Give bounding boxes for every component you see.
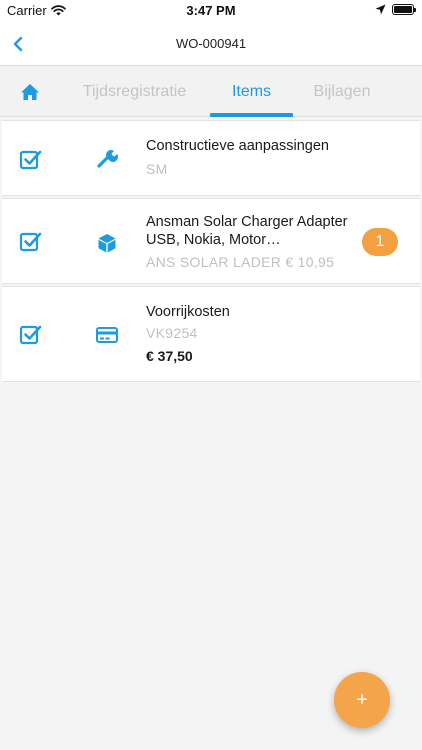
- status-time: 3:47 PM: [186, 3, 236, 18]
- page-title: WO-000941: [175, 36, 247, 51]
- list-item[interactable]: Voorrijkosten VK9254 € 37,50: [2, 286, 420, 382]
- list-item[interactable]: Constructieve aanpassingen SM: [2, 120, 420, 196]
- item-subtitle: SM: [146, 161, 168, 177]
- checkbox-checked-icon[interactable]: [19, 322, 43, 346]
- battery-icon: [392, 4, 416, 15]
- location-arrow-icon: [375, 4, 386, 15]
- credit-card-icon: [95, 323, 119, 347]
- nav-bar: WO-000941: [0, 22, 422, 66]
- tab-home[interactable]: [0, 67, 60, 117]
- chevron-left-icon: [13, 36, 23, 52]
- item-subtitle: VK9254: [146, 325, 198, 341]
- item-text: Voorrijkosten VK9254 € 37,50: [146, 303, 350, 364]
- status-right: [375, 4, 416, 15]
- checkbox-checked-icon[interactable]: [19, 229, 43, 253]
- item-text: Constructieve aanpassingen SM: [146, 137, 350, 178]
- active-tab-indicator: [210, 113, 293, 117]
- item-title: Voorrijkosten: [146, 304, 230, 320]
- list-item[interactable]: Ansman Solar Charger Adapter USB, Nokia,…: [2, 198, 420, 284]
- box-icon: [95, 231, 119, 255]
- tab-tijdsregistratie[interactable]: Tijdsregistratie: [62, 67, 207, 117]
- add-item-button[interactable]: +: [334, 672, 390, 728]
- back-button[interactable]: [6, 32, 30, 56]
- item-title: Ansman Solar Charger Adapter USB, Nokia,…: [146, 214, 348, 248]
- home-icon: [21, 84, 39, 100]
- status-bar: Carrier 3:47 PM: [0, 0, 422, 22]
- item-price: € 37,50: [146, 348, 193, 364]
- plus-icon: +: [356, 688, 368, 711]
- item-title: Constructieve aanpassingen: [146, 138, 329, 154]
- tab-items[interactable]: Items: [210, 67, 293, 117]
- item-text: Ansman Solar Charger Adapter USB, Nokia,…: [146, 213, 350, 271]
- tab-bar: Tijdsregistratie Items Bijlagen: [0, 67, 422, 117]
- checkbox-checked-icon[interactable]: [19, 147, 43, 171]
- quantity-badge: 1: [362, 228, 398, 256]
- wrench-icon: [95, 146, 119, 170]
- item-subtitle: ANS SOLAR LADER € 10,95: [146, 254, 335, 270]
- tab-bijlagen[interactable]: Bijlagen: [296, 67, 388, 117]
